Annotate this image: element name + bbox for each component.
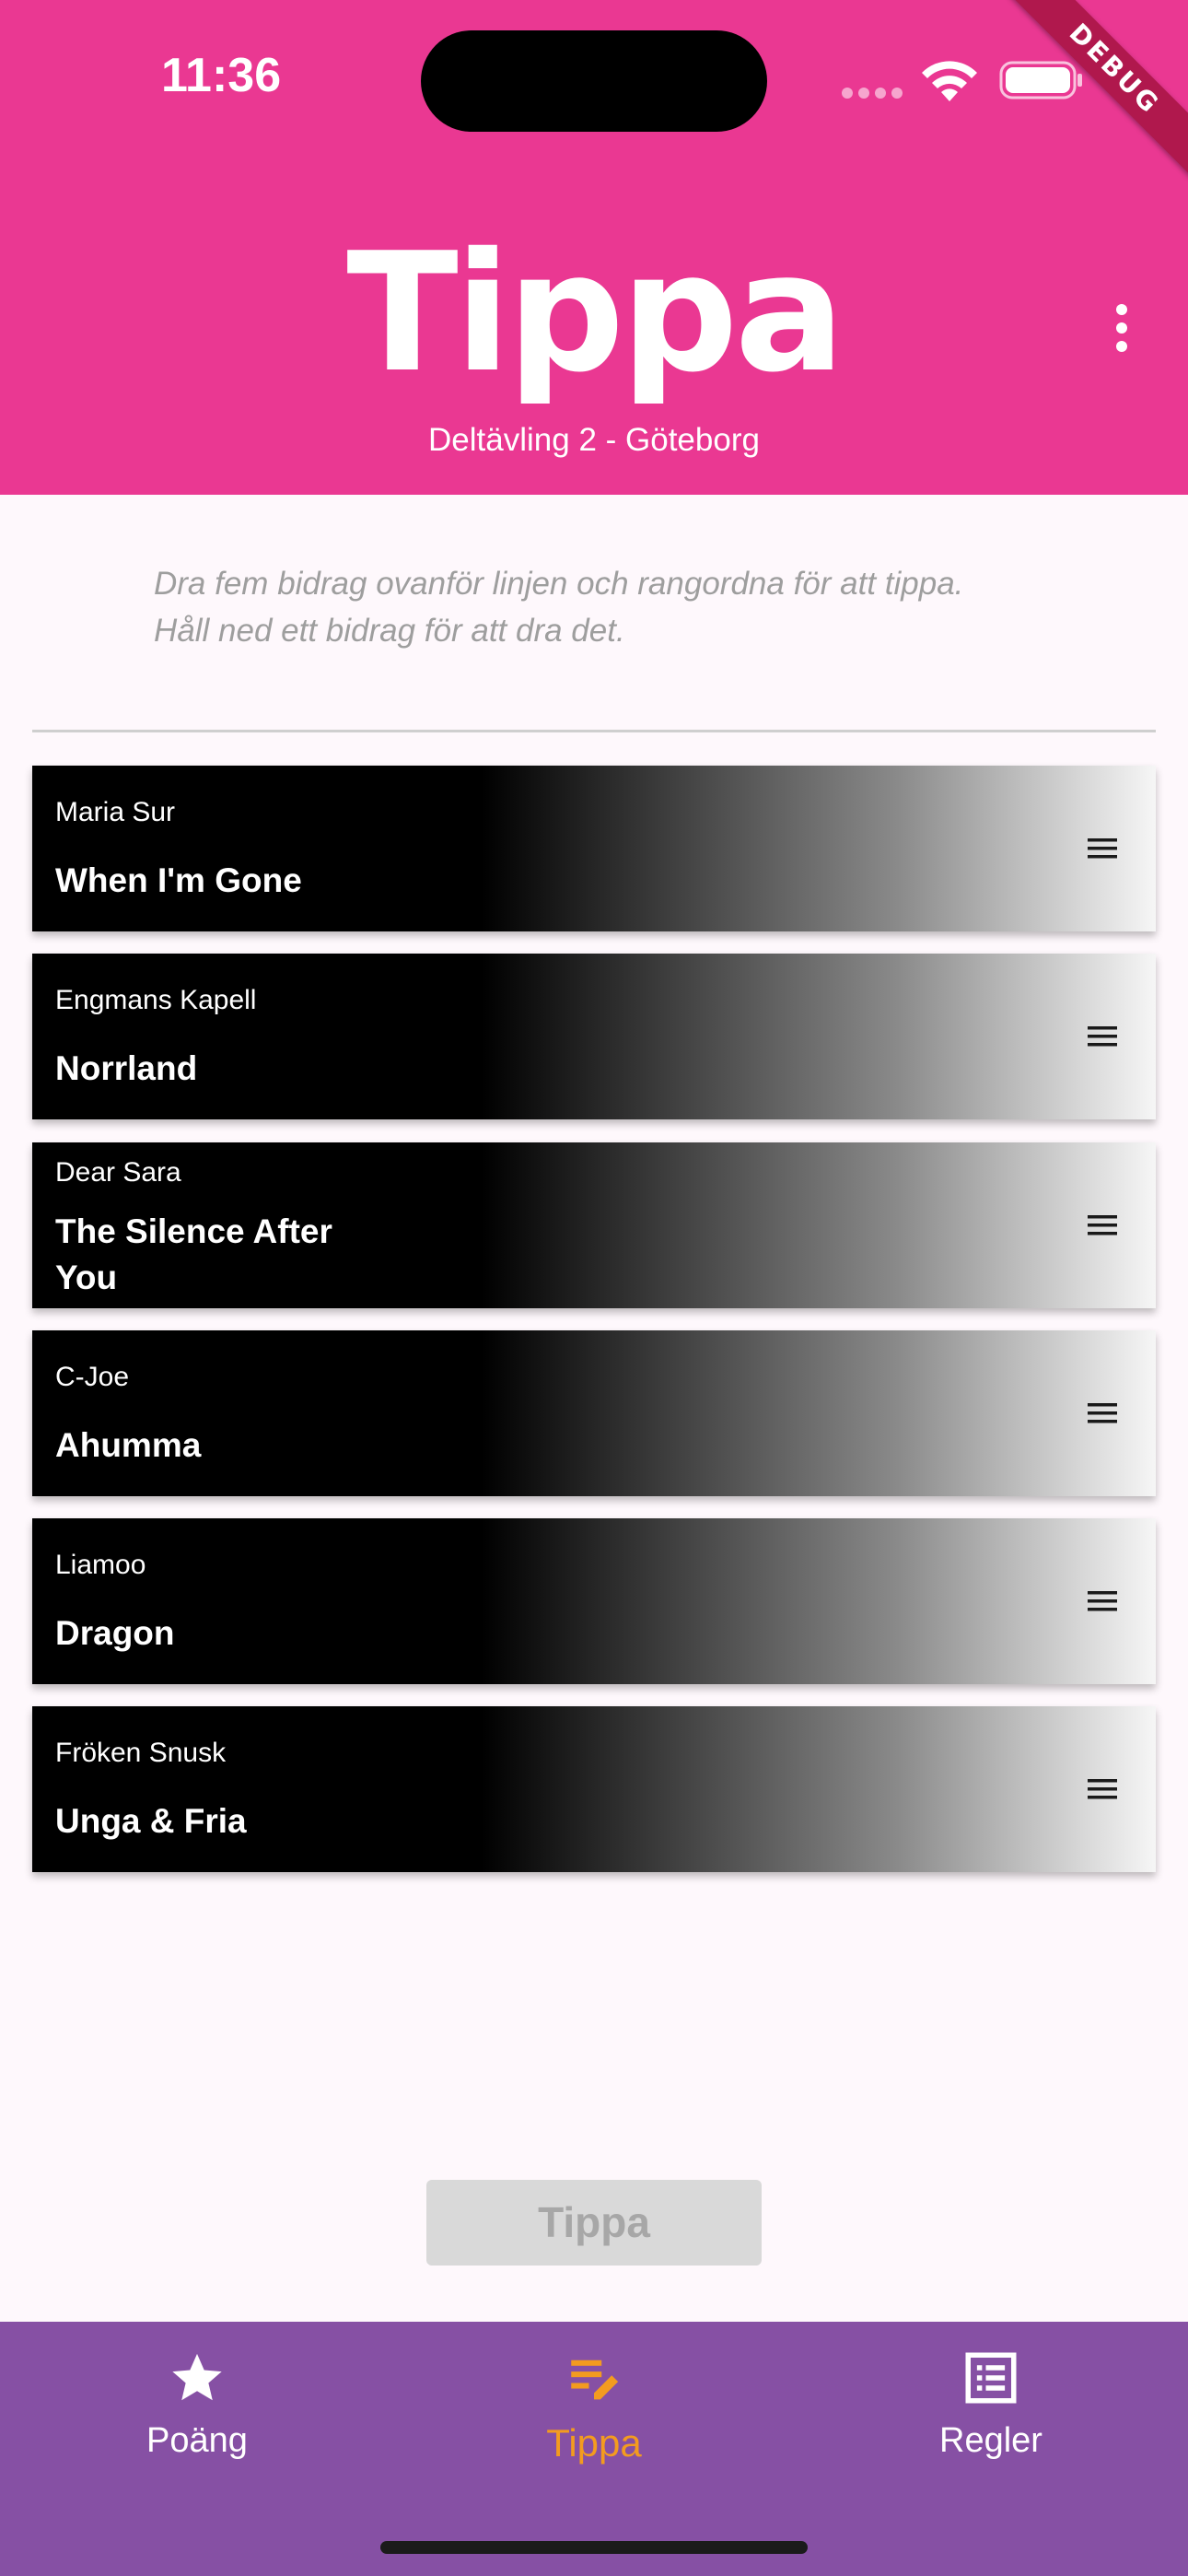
nav-item-tippa[interactable]: Tippa: [456, 2322, 732, 2488]
nav-label: Regler: [939, 2421, 1042, 2460]
drag-handle-icon[interactable]: [1086, 1775, 1119, 1803]
drag-handle-icon[interactable]: [1086, 1587, 1119, 1615]
app-header: 11:36 DEBUG Tippa Deltävling 2 - Götebor…: [0, 0, 1188, 495]
bottom-navigation: Poäng Tippa Regler: [0, 2322, 1188, 2576]
entry-card[interactable]: Fröken Snusk Unga & Fria: [32, 1706, 1156, 1872]
entry-card[interactable]: Liamoo Dragon: [32, 1518, 1156, 1684]
battery-icon: [999, 61, 1082, 100]
submit-tip-button[interactable]: Tippa: [426, 2180, 762, 2266]
edit-list-icon: [571, 2359, 619, 2400]
entry-artist: Dear Sara: [55, 1157, 181, 1188]
entry-song: Norrland: [55, 1049, 198, 1087]
list-icon: [965, 2352, 1017, 2404]
entry-artist: Engmans Kapell: [55, 985, 257, 1015]
nav-label: Tippa: [546, 2421, 642, 2465]
entry-artist: Liamoo: [55, 1550, 146, 1580]
nav-item-regler[interactable]: Regler: [853, 2322, 1129, 2488]
status-time: 11:36: [161, 49, 282, 102]
more-options-icon[interactable]: [1103, 300, 1140, 356]
entry-artist: Fröken Snusk: [55, 1738, 227, 1768]
instructions-line-1: Dra fem bidrag ovanför linjen och rangor…: [154, 566, 964, 602]
ranking-divider-line: [32, 730, 1156, 732]
wifi-icon: [922, 61, 977, 101]
nav-item-poang[interactable]: Poäng: [59, 2322, 335, 2488]
entry-song: Dragon: [55, 1614, 175, 1652]
entry-card[interactable]: Maria Sur When I'm Gone: [32, 766, 1156, 931]
entry-song: Ahumma: [55, 1426, 202, 1464]
drag-handle-icon[interactable]: [1086, 1212, 1119, 1239]
entry-artist: C-Joe: [55, 1362, 130, 1392]
instructions-text: Dra fem bidrag ovanför linjen och rangor…: [154, 560, 1093, 654]
nav-label: Poäng: [146, 2421, 248, 2460]
home-indicator: [380, 2541, 808, 2554]
drag-handle-icon[interactable]: [1086, 1023, 1119, 1050]
instructions-line-2: Håll ned ett bidrag för att dra det.: [154, 613, 625, 649]
entry-card[interactable]: C-Joe Ahumma: [32, 1330, 1156, 1496]
page-subtitle: Deltävling 2 - Göteborg: [428, 422, 760, 458]
dynamic-island: [421, 30, 767, 132]
star-icon: [172, 2353, 222, 2401]
page-title: Tippa: [346, 217, 844, 408]
entry-card[interactable]: Engmans Kapell Norrland: [32, 954, 1156, 1119]
drag-handle-icon[interactable]: [1086, 1399, 1119, 1427]
cellular-signal-icon: [842, 87, 908, 103]
entry-song: Unga & Fria: [55, 1802, 247, 1840]
drag-handle-icon[interactable]: [1086, 835, 1119, 862]
entry-song: The Silence After You: [55, 1212, 332, 1296]
entry-card[interactable]: Dear Sara The Silence After You: [32, 1142, 1156, 1308]
entry-artist: Maria Sur: [55, 797, 176, 827]
entry-song: When I'm Gone: [55, 861, 302, 899]
